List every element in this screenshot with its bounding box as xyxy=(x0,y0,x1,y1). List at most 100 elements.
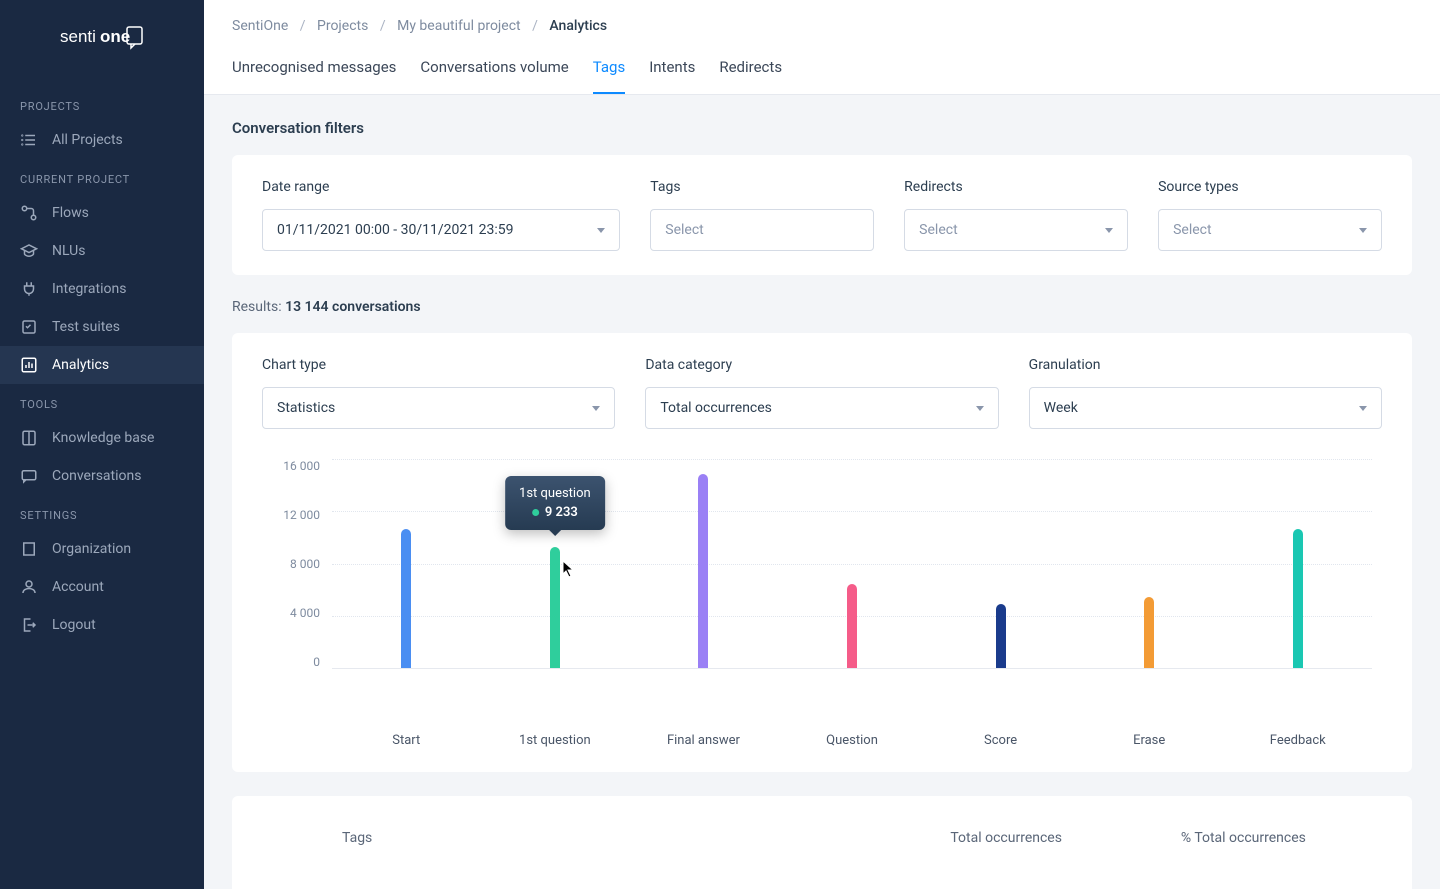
granulation-label: Granulation xyxy=(1029,357,1382,373)
bar-1st-question[interactable]: 1st question 9 233 xyxy=(481,459,630,668)
x-label: 1st question xyxy=(481,733,630,748)
nav-label: Logout xyxy=(52,617,96,633)
chevron-down-icon xyxy=(1359,228,1367,233)
plug-icon xyxy=(20,280,38,298)
chart-type-value: Statistics xyxy=(277,400,335,416)
nav-label: Integrations xyxy=(52,281,126,297)
breadcrumb-current: Analytics xyxy=(549,18,607,34)
data-category-select[interactable]: Total occurrences xyxy=(645,387,998,429)
nav-knowledge-base[interactable]: Knowledge base xyxy=(0,419,204,457)
breadcrumb-link[interactable]: SentiOne xyxy=(232,18,288,34)
brand-logo: senti one xyxy=(0,24,204,86)
section-label-current: CURRENT PROJECT xyxy=(0,159,204,194)
bar xyxy=(847,584,857,668)
tab-conversations-volume[interactable]: Conversations volume xyxy=(420,58,568,94)
source-types-select[interactable]: Select xyxy=(1158,209,1382,251)
bar-erase[interactable] xyxy=(1075,459,1224,668)
nav-integrations[interactable]: Integrations xyxy=(0,270,204,308)
tab-intents[interactable]: Intents xyxy=(649,58,695,94)
table-col-total: Total occurrences xyxy=(888,830,1125,846)
nav-all-projects[interactable]: All Projects xyxy=(0,121,204,159)
nav-label: Analytics xyxy=(52,357,109,373)
section-label-projects: PROJECTS xyxy=(0,86,204,121)
chevron-down-icon xyxy=(976,406,984,411)
nav-analytics[interactable]: Analytics xyxy=(0,346,204,384)
section-label-tools: TOOLS xyxy=(0,384,204,419)
granulation-value: Week xyxy=(1044,400,1078,416)
nav-conversations[interactable]: Conversations xyxy=(0,457,204,495)
nav-organization[interactable]: Organization xyxy=(0,530,204,568)
chat-icon xyxy=(20,467,38,485)
table-col-tags: Tags xyxy=(282,830,888,846)
book-icon xyxy=(20,429,38,447)
x-axis-labels: Start1st questionFinal answerQuestionSco… xyxy=(322,733,1382,748)
chevron-down-icon xyxy=(597,228,605,233)
nav-label: Knowledge base xyxy=(52,430,154,446)
data-category-value: Total occurrences xyxy=(660,400,772,416)
chevron-down-icon xyxy=(1105,228,1113,233)
filters-card: Date range 01/11/2021 00:00 - 30/11/2021… xyxy=(232,155,1412,275)
breadcrumb-link[interactable]: My beautiful project xyxy=(397,18,521,34)
tab-tags[interactable]: Tags xyxy=(593,58,625,94)
tab-redirects[interactable]: Redirects xyxy=(719,58,782,94)
nav-flows[interactable]: Flows xyxy=(0,194,204,232)
bar-score[interactable] xyxy=(926,459,1075,668)
filters-title: Conversation filters xyxy=(232,119,1412,137)
table-col-pct: % Total occurrences xyxy=(1125,830,1362,846)
breadcrumb-link[interactable]: Projects xyxy=(317,18,368,34)
nav-logout[interactable]: Logout xyxy=(0,606,204,644)
x-label: Final answer xyxy=(629,733,778,748)
bar-chart-icon xyxy=(20,356,38,374)
chart-plot[interactable]: 1st question 9 233 xyxy=(332,459,1372,669)
table-card: Tags Total occurrences % Total occurrenc… xyxy=(232,796,1412,889)
tags-select[interactable]: Select xyxy=(650,209,874,251)
y-tick: 0 xyxy=(272,655,320,669)
y-tick: 12 000 xyxy=(272,508,320,522)
redirects-filter-label: Redirects xyxy=(904,179,1128,195)
tab-unrecognised[interactable]: Unrecognised messages xyxy=(232,58,396,94)
nav-label: NLUs xyxy=(52,243,85,259)
bar-feedback[interactable] xyxy=(1223,459,1372,668)
redirects-select[interactable]: Select xyxy=(904,209,1128,251)
results-count: 13 144 conversations xyxy=(285,299,421,315)
bar-start[interactable] xyxy=(332,459,481,668)
date-range-select[interactable]: 01/11/2021 00:00 - 30/11/2021 23:59 xyxy=(262,209,620,251)
data-category-label: Data category xyxy=(645,357,998,373)
nav-label: Flows xyxy=(52,205,89,221)
nav-nlus[interactable]: NLUs xyxy=(0,232,204,270)
bar xyxy=(1144,597,1154,668)
select-placeholder: Select xyxy=(665,222,703,238)
y-tick: 16 000 xyxy=(272,459,320,473)
source-types-label: Source types xyxy=(1158,179,1382,195)
bar-final-answer[interactable] xyxy=(629,459,778,668)
tooltip-dot xyxy=(532,509,539,516)
x-label: Erase xyxy=(1075,733,1224,748)
graduation-icon xyxy=(20,242,38,260)
date-range-label: Date range xyxy=(262,179,620,195)
nav-label: Test suites xyxy=(52,319,120,335)
flow-icon xyxy=(20,204,38,222)
user-icon xyxy=(20,578,38,596)
table-header: Tags Total occurrences % Total occurrenc… xyxy=(262,820,1382,856)
sidebar: senti one PROJECTS All Projects CURRENT … xyxy=(0,0,204,889)
chart-type-select[interactable]: Statistics xyxy=(262,387,615,429)
cursor-icon xyxy=(562,560,576,578)
chart-card: Chart type Statistics Data category Tota… xyxy=(232,333,1412,772)
list-icon xyxy=(20,131,38,149)
nav-label: Organization xyxy=(52,541,131,557)
y-tick: 8 000 xyxy=(272,557,320,571)
tags-filter-label: Tags xyxy=(650,179,874,195)
nav-account[interactable]: Account xyxy=(0,568,204,606)
granulation-select[interactable]: Week xyxy=(1029,387,1382,429)
chart-tooltip: 1st question 9 233 xyxy=(505,476,605,530)
svg-text:one: one xyxy=(100,27,130,46)
y-tick: 4 000 xyxy=(272,606,320,620)
bar-question[interactable] xyxy=(778,459,927,668)
nav-test-suites[interactable]: Test suites xyxy=(0,308,204,346)
bar xyxy=(996,604,1006,668)
x-label: Question xyxy=(778,733,927,748)
breadcrumb: SentiOne / Projects / My beautiful proje… xyxy=(204,0,1440,44)
nav-label: Conversations xyxy=(52,468,141,484)
select-placeholder: Select xyxy=(1173,222,1211,238)
x-label: Start xyxy=(332,733,481,748)
